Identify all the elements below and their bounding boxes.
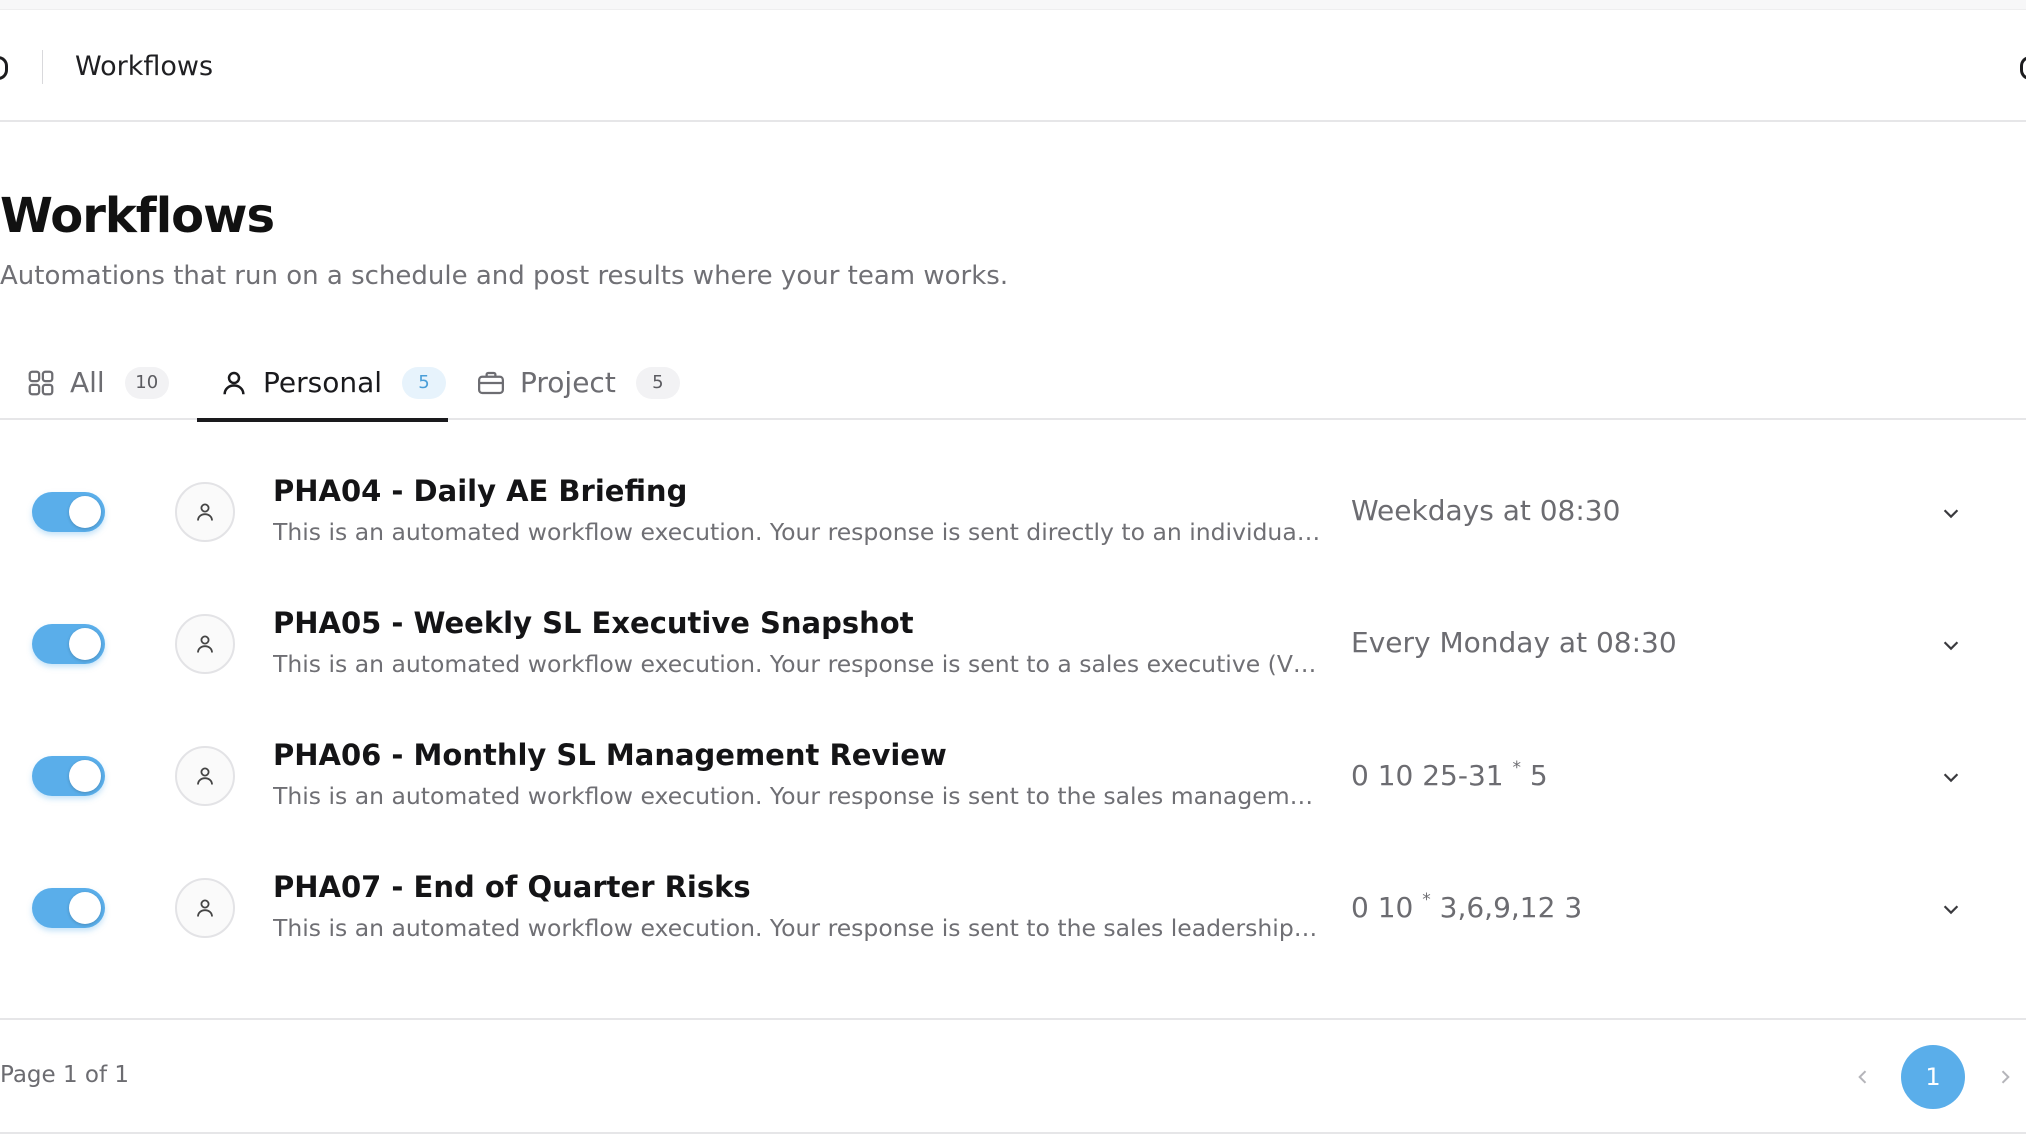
cron-wildcard: *: [1422, 890, 1431, 910]
workflow-enabled-toggle[interactable]: [32, 756, 105, 796]
personal-owner-avatar: [175, 614, 235, 674]
workflow-enabled-toggle[interactable]: [32, 492, 105, 532]
workflow-row[interactable]: PHA05 - Weekly SL Executive Snapshot Thi…: [0, 578, 2026, 710]
tab-project-count: 5: [635, 366, 680, 399]
workflow-description: This is an automated workflow execution.…: [273, 518, 1323, 546]
sidebar-toggle-icon[interactable]: [0, 56, 8, 80]
expand-chevron-down-icon[interactable]: [1934, 892, 1968, 926]
grid-icon: [26, 368, 56, 398]
user-icon: [197, 899, 213, 917]
briefcase-icon: [476, 368, 506, 398]
page-info: Page 1 of 1: [0, 1062, 130, 1088]
toggle-knob: [69, 892, 101, 924]
header-divider: [42, 50, 43, 84]
toggle-knob: [69, 496, 101, 528]
cron-part: 3,6,9,12 3: [1439, 891, 1583, 924]
cron-wildcard: *: [1512, 758, 1522, 778]
workflow-description: This is an automated workflow execution.…: [273, 782, 1323, 810]
previous-page-chevron-left-icon[interactable]: [1846, 1060, 1880, 1094]
workflow-title: PHA06 - Monthly SL Management Review: [273, 738, 947, 772]
tab-personal-count: 5: [402, 366, 447, 399]
next-page-chevron-right-icon[interactable]: [1988, 1060, 2022, 1094]
page-title: Workflows: [0, 188, 275, 244]
expand-chevron-down-icon[interactable]: [1934, 760, 1968, 794]
workflow-enabled-toggle[interactable]: [32, 624, 105, 664]
user-icon: [197, 635, 213, 653]
tab-personal-label: Personal: [263, 366, 383, 399]
user-icon: [197, 767, 213, 785]
workflows-page: Workflows Workflows Automations that run…: [0, 0, 2026, 1140]
tab-all-count: 10: [124, 366, 169, 399]
workflow-schedule: Weekdays at 08:30: [1351, 494, 1621, 527]
workflow-title: PHA07 - End of Quarter Risks: [273, 870, 751, 904]
breadcrumb: Workflows: [75, 51, 214, 82]
toggle-knob: [69, 760, 101, 792]
workflow-title: PHA04 - Daily AE Briefing: [273, 474, 688, 508]
user-icon: [219, 368, 249, 398]
top-strip: [0, 0, 2026, 10]
page-subtitle: Automations that run on a schedule and p…: [0, 261, 1009, 291]
tab-all-label: All: [70, 366, 105, 399]
tab-personal[interactable]: Personal 5: [197, 355, 448, 422]
workflow-description: This is an automated workflow execution.…: [273, 914, 1323, 942]
workflow-row[interactable]: PHA04 - Daily AE Briefing This is an aut…: [0, 446, 2026, 578]
workflow-schedule: 0 10 * 3,6,9,12 3: [1351, 890, 1582, 924]
pagination-bar: Page 1 of 1 1: [0, 1018, 2026, 1134]
tab-all[interactable]: All 10: [4, 355, 191, 420]
personal-owner-avatar: [175, 482, 235, 542]
workflow-schedule: Every Monday at 08:30: [1351, 626, 1677, 659]
cron-part: 0 10: [1351, 891, 1414, 924]
personal-owner-avatar: [175, 878, 235, 938]
workflow-row[interactable]: PHA06 - Monthly SL Management Review Thi…: [0, 710, 2026, 842]
app-header: Workflows: [0, 10, 2026, 122]
tab-project[interactable]: Project 5: [454, 355, 702, 420]
cron-part: 0 10 25-31: [1351, 759, 1504, 792]
toggle-knob: [69, 628, 101, 660]
personal-owner-avatar: [175, 746, 235, 806]
workflow-row[interactable]: PHA07 - End of Quarter Risks This is an …: [0, 842, 2026, 974]
user-icon: [197, 503, 213, 521]
expand-chevron-down-icon[interactable]: [1934, 628, 1968, 662]
workflow-schedule: 0 10 25-31 * 5: [1351, 758, 1548, 792]
expand-chevron-down-icon[interactable]: [1934, 496, 1968, 530]
workflow-description: This is an automated workflow execution.…: [273, 650, 1323, 678]
page-button-current[interactable]: 1: [1901, 1045, 1965, 1109]
workflow-enabled-toggle[interactable]: [32, 888, 105, 928]
tab-project-label: Project: [520, 366, 616, 399]
cron-part: 5: [1529, 759, 1548, 792]
user-menu-icon[interactable]: [2020, 56, 2026, 80]
workflow-title: PHA05 - Weekly SL Executive Snapshot: [273, 606, 914, 640]
workflow-tabs: All 10 Personal 5 Project 5: [0, 355, 2026, 422]
